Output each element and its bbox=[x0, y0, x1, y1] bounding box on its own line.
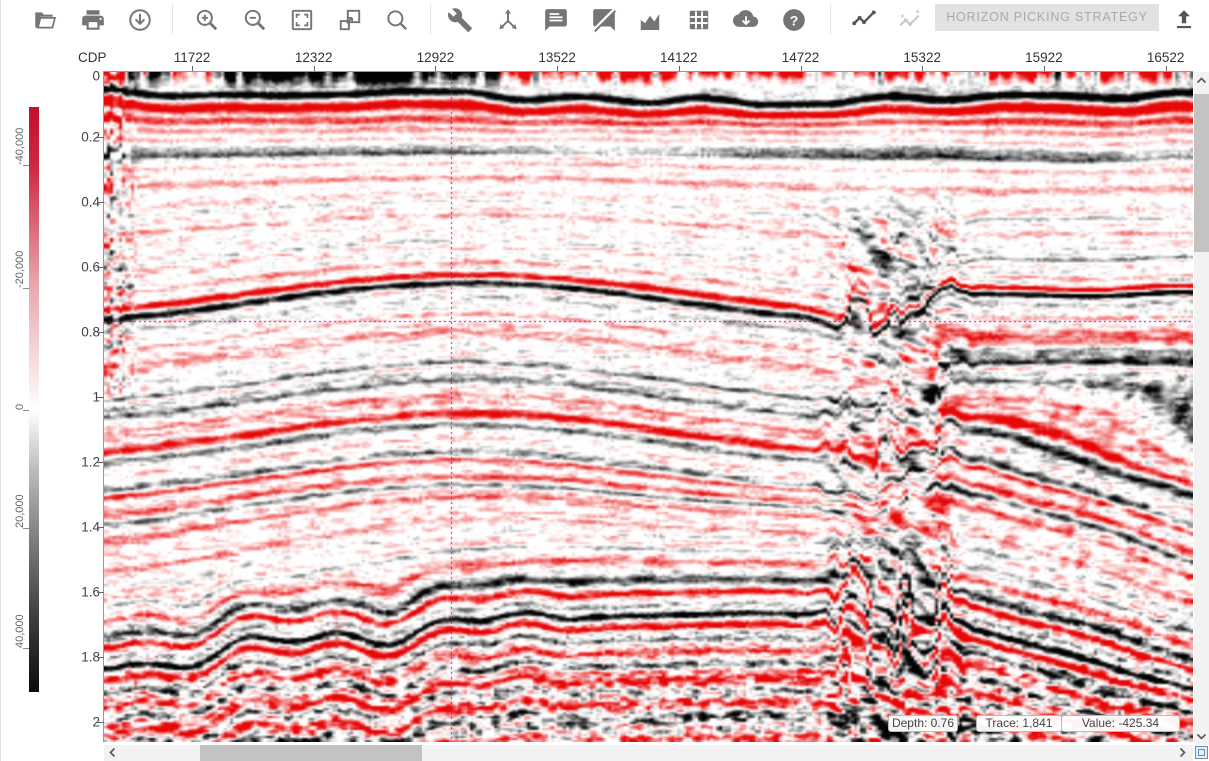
svg-text:?: ? bbox=[790, 12, 799, 28]
